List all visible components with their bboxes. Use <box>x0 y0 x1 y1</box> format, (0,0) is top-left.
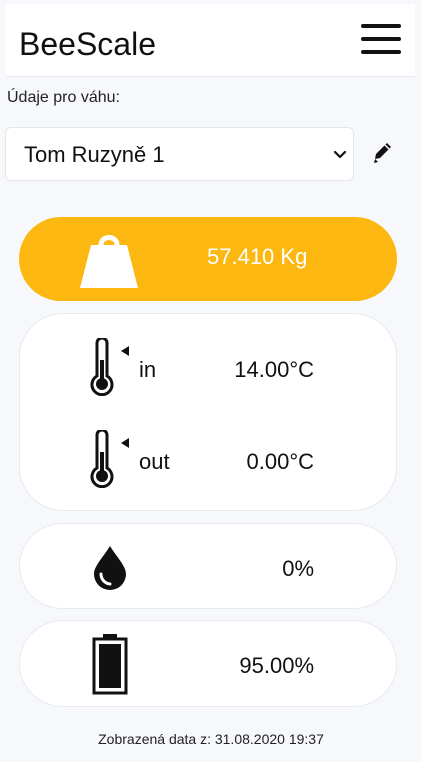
thermometer-icon <box>90 430 129 488</box>
scale-select-value: Tom Ruzyně 1 <box>24 142 165 167</box>
temperature-card: in 14.00°C out 0.00°C <box>19 313 397 511</box>
temp-in-label: in <box>139 357 157 382</box>
battery-value: 95.00% <box>239 653 314 678</box>
humidity-card: 0% <box>19 523 397 609</box>
data-timestamp: Zobrazená data z: 31.08.2020 19:37 <box>98 731 324 747</box>
temp-in-value: 14.00°C <box>234 357 314 382</box>
scale-select-label: Údaje pro váhu: <box>7 89 120 106</box>
thermometer-icon <box>90 338 129 396</box>
chevron-down-icon <box>333 150 347 159</box>
scale-select[interactable]: Tom Ruzyně 1 <box>5 127 354 181</box>
top-navbar: BeeScale <box>6 4 415 77</box>
drop-icon <box>94 546 126 590</box>
temp-out-label: out <box>139 449 170 474</box>
temp-out-value: 0.00°C <box>246 449 314 474</box>
battery-card: 95.00% <box>19 620 397 707</box>
pencil-icon[interactable] <box>372 140 394 164</box>
weight-icon <box>80 235 138 288</box>
battery-icon <box>92 634 128 695</box>
app-title[interactable]: BeeScale <box>19 26 156 62</box>
weight-card: 57.410 Kg <box>19 217 397 301</box>
weight-value: 57.410 Kg <box>207 244 308 269</box>
menu-icon[interactable] <box>361 21 401 57</box>
humidity-value: 0% <box>282 556 314 581</box>
